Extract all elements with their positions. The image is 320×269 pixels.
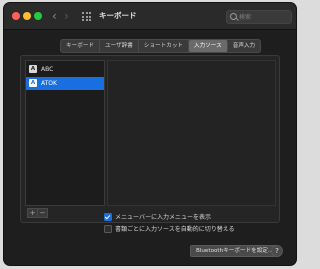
input-source-label: ABC <box>41 66 54 73</box>
add-remove-controls: + − <box>27 208 48 218</box>
help-icon[interactable]: ? <box>271 245 283 257</box>
tab-input-sources[interactable]: 入力ソース <box>189 40 228 52</box>
show-input-menu-checkbox[interactable] <box>104 212 112 221</box>
tab-keyboard[interactable]: キーボード <box>61 40 100 52</box>
title-bar: ‹ › キーボード <box>4 3 296 30</box>
add-source-button[interactable]: + <box>27 208 38 218</box>
setup-bluetooth-keyboard-button[interactable]: Bluetoothキーボードを設定... <box>190 245 280 257</box>
atok-input-icon: A <box>29 79 37 87</box>
zoom-window-button[interactable] <box>34 12 42 20</box>
tab-shortcuts[interactable]: ショートカット <box>139 40 190 52</box>
forward-arrow-icon[interactable]: › <box>64 9 69 23</box>
back-arrow-icon[interactable]: ‹ <box>52 9 57 23</box>
auto-switch-source-label: 書類ごとに入力ソースを自動的に切り替える <box>115 226 235 233</box>
auto-switch-source-checkbox[interactable] <box>104 224 112 233</box>
input-source-label: ATOK <box>41 80 57 87</box>
minimize-window-button[interactable] <box>23 12 31 20</box>
search-input[interactable] <box>239 11 287 23</box>
show-all-grid-icon[interactable] <box>82 12 91 21</box>
tab-dictation[interactable]: 音声入力 <box>228 40 260 52</box>
show-input-menu-label: メニューバーに入力メニューを表示 <box>115 214 211 221</box>
input-source-item-abc[interactable]: A ABC <box>26 63 104 76</box>
search-box[interactable] <box>226 10 292 24</box>
input-source-list: A ABC A ATOK <box>25 60 105 206</box>
close-window-button[interactable] <box>12 12 20 20</box>
tab-user-dictionary[interactable]: ユーザ辞書 <box>100 40 139 52</box>
tab-bar: キーボード ユーザ辞書 ショートカット 入力ソース 音声入力 <box>60 39 262 53</box>
remove-source-button[interactable]: − <box>38 208 48 218</box>
input-sources-panel: A ABC A ATOK + − <box>20 55 280 223</box>
auto-switch-source-option[interactable]: 書類ごとに入力ソースを自動的に切り替える <box>104 224 235 233</box>
search-icon <box>230 13 237 20</box>
input-source-item-atok[interactable]: A ATOK <box>26 77 104 90</box>
preferences-window: ‹ › キーボード キーボード ユーザ辞書 ショートカット 入力ソース 音声入力… <box>4 3 296 265</box>
input-source-detail-area <box>107 60 276 206</box>
abc-input-icon: A <box>29 65 37 73</box>
window-title: キーボード <box>99 11 137 20</box>
show-input-menu-option[interactable]: メニューバーに入力メニューを表示 <box>104 212 211 221</box>
